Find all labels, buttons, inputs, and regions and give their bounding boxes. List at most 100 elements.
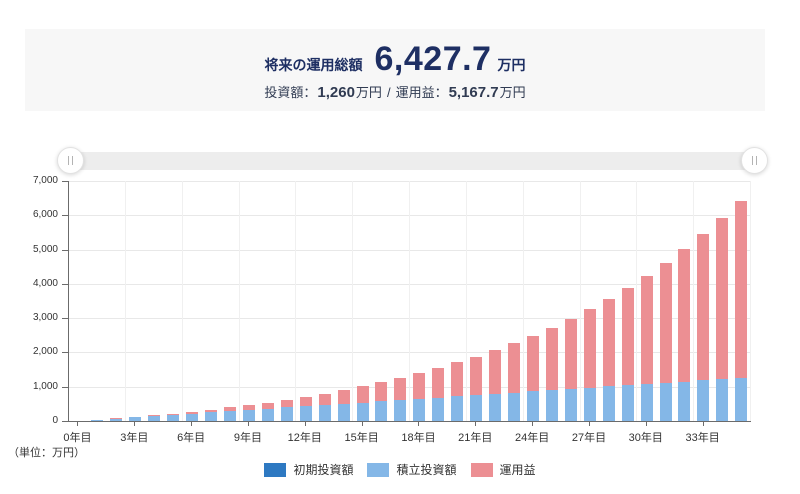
bar[interactable] xyxy=(299,396,312,421)
summary-total-line: 将来の運用総額 6,427.7 万円 xyxy=(265,40,526,79)
x-tick-label: 30年目 xyxy=(628,432,663,444)
slider-track[interactable] xyxy=(70,152,755,170)
bar-band xyxy=(618,181,637,421)
bar[interactable] xyxy=(659,263,672,421)
bar[interactable] xyxy=(261,402,274,421)
bar[interactable] xyxy=(470,356,483,421)
y-tick-label: 7,000 xyxy=(32,175,58,186)
x-tick xyxy=(247,422,249,426)
bar-segment xyxy=(186,413,199,421)
legend-label: 初期投資額 xyxy=(293,463,354,477)
bar-segment xyxy=(735,200,748,378)
bar[interactable] xyxy=(375,382,388,421)
bar[interactable] xyxy=(508,343,521,421)
grip-vertical-icon xyxy=(752,156,757,165)
bar-segment xyxy=(129,417,142,421)
bar[interactable] xyxy=(280,399,293,421)
bar[interactable] xyxy=(337,390,350,421)
bar[interactable] xyxy=(583,309,596,421)
bar-segment xyxy=(602,386,615,421)
bar-segment xyxy=(470,356,483,396)
bar[interactable] xyxy=(110,418,123,421)
bar[interactable] xyxy=(545,327,558,421)
bar[interactable] xyxy=(148,415,161,421)
bar-segment xyxy=(659,263,672,383)
bar-band xyxy=(164,181,183,421)
bar-segment xyxy=(621,385,634,421)
bar-segment xyxy=(697,380,710,421)
legend-swatch xyxy=(367,462,390,477)
bar-band xyxy=(145,181,164,421)
bar[interactable] xyxy=(526,335,539,421)
bar-band xyxy=(486,181,505,421)
x-tick xyxy=(645,422,647,426)
legend-item: 積立投資額 xyxy=(367,461,457,478)
bar-band xyxy=(561,181,580,421)
bar-segment xyxy=(716,218,729,380)
bar[interactable] xyxy=(489,350,502,421)
bar[interactable] xyxy=(602,299,615,421)
legend-item: 運用益 xyxy=(470,461,536,478)
bar[interactable] xyxy=(640,276,653,421)
summary-total-unit: 万円 xyxy=(497,56,526,73)
x-tick xyxy=(191,422,193,426)
bar-band xyxy=(448,181,467,421)
summary-detail-line: 投資額： 1,260 万円 / 運用益： 5,167.7 万円 xyxy=(264,82,525,101)
bar[interactable] xyxy=(129,416,142,421)
bar-band xyxy=(732,181,751,421)
bar-series xyxy=(69,181,751,421)
bar-band xyxy=(410,181,429,421)
x-tick xyxy=(361,422,363,426)
bar[interactable] xyxy=(186,411,199,421)
bar-segment xyxy=(375,382,388,402)
bar[interactable] xyxy=(242,405,255,421)
x-tick-label: 0年目 xyxy=(63,432,92,444)
bar[interactable] xyxy=(735,200,748,421)
investment-simulation-page: 将来の運用総額 6,427.7 万円 投資額： 1,260 万円 / 運用益： 5,1… xyxy=(0,0,800,494)
bar-band xyxy=(580,181,599,421)
bar[interactable] xyxy=(167,413,180,421)
bar-segment xyxy=(242,409,255,421)
bar[interactable] xyxy=(356,386,369,421)
bar-band xyxy=(277,181,296,421)
bar-band xyxy=(694,181,713,421)
bar[interactable] xyxy=(394,377,407,421)
bar[interactable] xyxy=(678,249,691,421)
y-tick-label: 1,000 xyxy=(32,380,58,392)
bar-band xyxy=(637,181,656,421)
bar[interactable] xyxy=(697,234,710,421)
x-tick xyxy=(77,422,79,426)
bar-segment xyxy=(526,335,539,392)
bar-segment xyxy=(299,396,312,407)
bar[interactable] xyxy=(318,393,331,421)
bar-band xyxy=(353,181,372,421)
slider-handle-left[interactable] xyxy=(57,147,84,174)
bar[interactable] xyxy=(205,409,218,421)
bar[interactable] xyxy=(621,288,634,421)
bar[interactable] xyxy=(716,218,729,421)
profit-value: 5,167.7 xyxy=(448,83,499,101)
x-tick-label: 12年目 xyxy=(287,432,322,444)
bar[interactable] xyxy=(564,318,577,421)
x-tick xyxy=(475,422,477,426)
x-tick xyxy=(134,422,136,426)
bar-band xyxy=(296,181,315,421)
bar-band xyxy=(656,181,675,421)
legend-swatch xyxy=(470,462,493,477)
bar[interactable] xyxy=(432,368,445,421)
bar-segment xyxy=(432,397,445,421)
bar-band xyxy=(429,181,448,421)
invest-label: 投資額： xyxy=(264,84,317,100)
bar-segment xyxy=(489,393,502,421)
bar[interactable] xyxy=(451,362,464,421)
bar-band xyxy=(542,181,561,421)
legend-item: 初期投資額 xyxy=(264,461,353,478)
bar[interactable] xyxy=(91,419,104,421)
bar[interactable] xyxy=(223,407,236,421)
bar-segment xyxy=(621,288,634,386)
bar-segment xyxy=(716,379,729,421)
slider-handle-right[interactable] xyxy=(741,147,768,174)
bar[interactable] xyxy=(413,373,426,421)
bar-band xyxy=(239,181,258,421)
bar-segment xyxy=(413,373,426,399)
